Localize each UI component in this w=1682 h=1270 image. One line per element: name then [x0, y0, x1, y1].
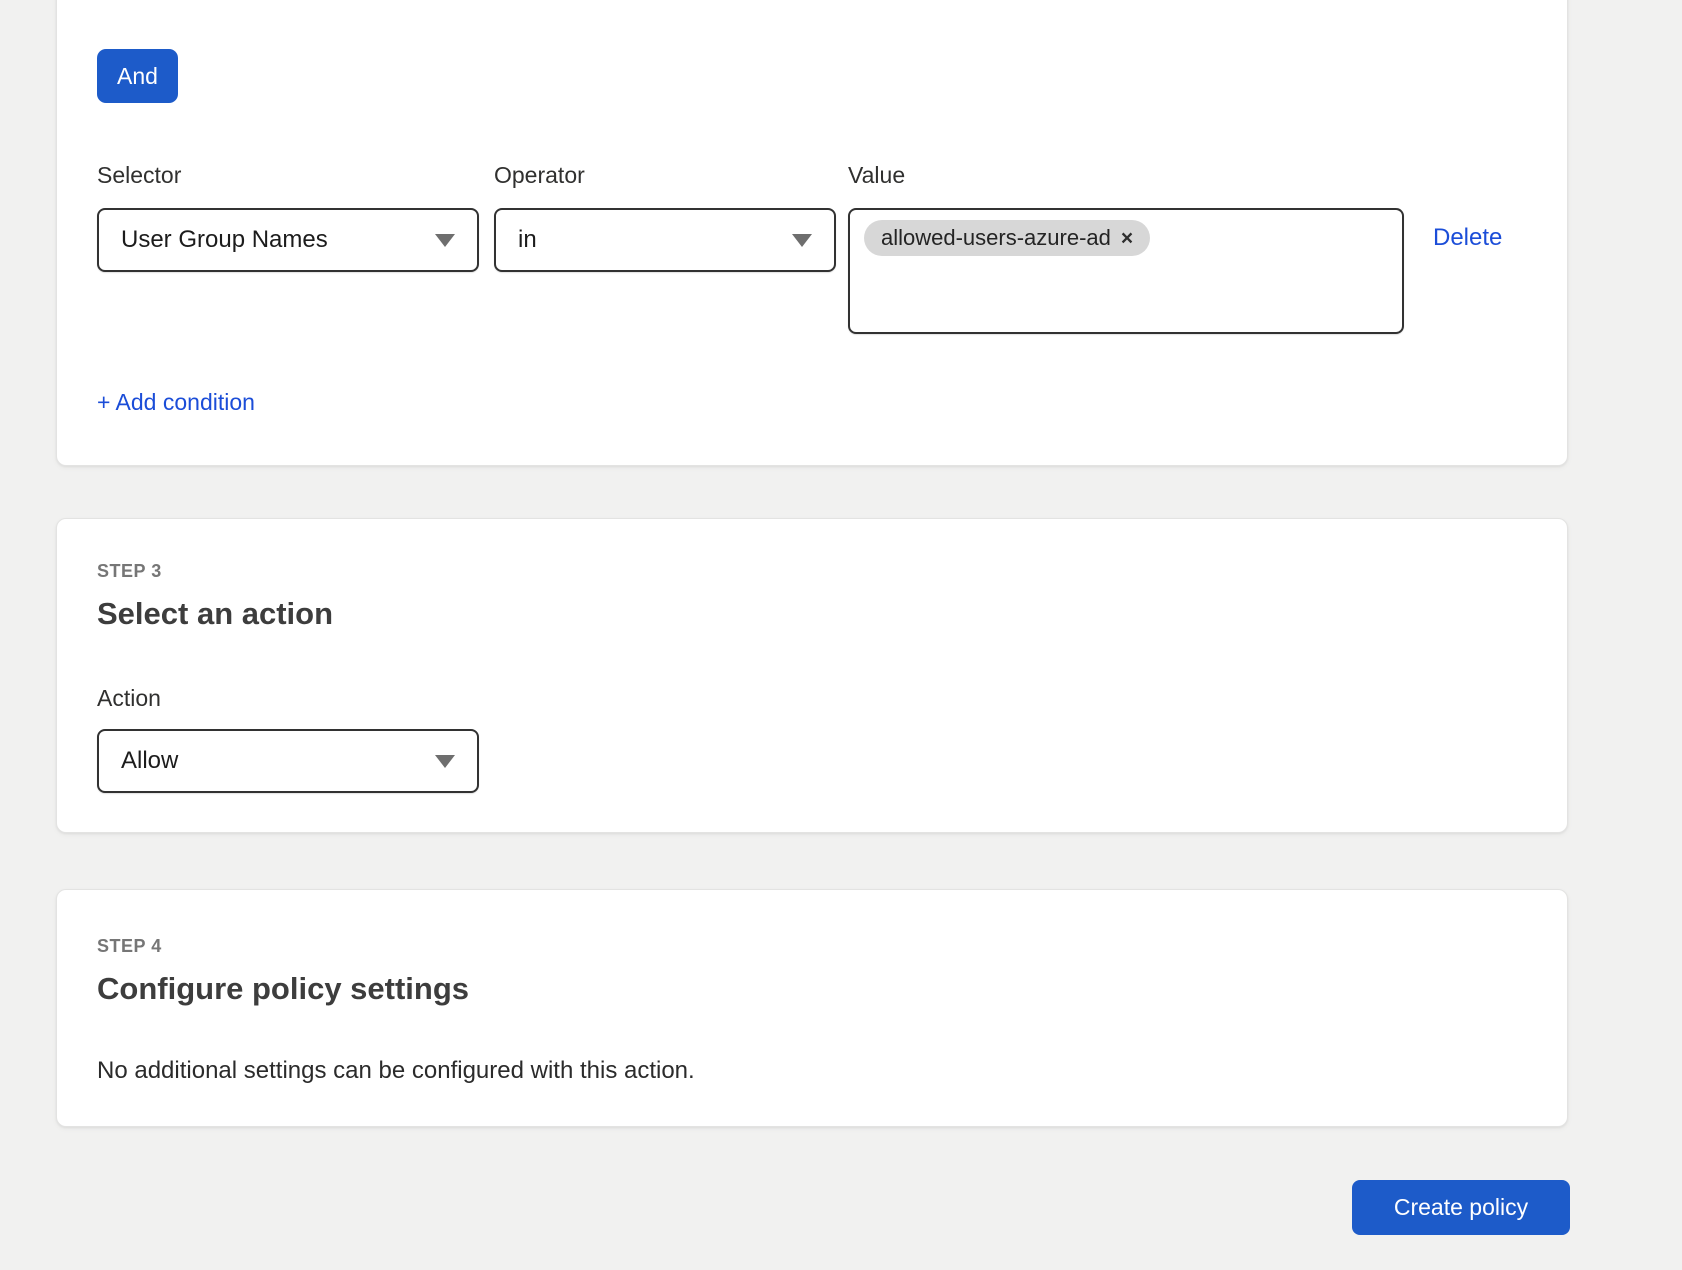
action-dropdown[interactable]: Allow: [97, 729, 479, 793]
step4-title: Configure policy settings: [97, 971, 1527, 1007]
value-multiselect-input[interactable]: allowed-users-azure-ad ×: [848, 208, 1404, 334]
action-dropdown-value: Allow: [121, 747, 178, 775]
action-label: Action: [97, 687, 1527, 710]
and-operator-button[interactable]: And: [97, 49, 178, 103]
chevron-down-icon: [435, 755, 455, 768]
condition-card: And Selector User Group Names Operator i…: [56, 0, 1568, 466]
operator-dropdown[interactable]: in: [494, 208, 836, 272]
chevron-down-icon: [792, 234, 812, 247]
value-tag-text: allowed-users-azure-ad: [881, 225, 1111, 251]
value-tag: allowed-users-azure-ad ×: [864, 220, 1150, 256]
step3-title: Select an action: [97, 596, 1527, 632]
selector-dropdown[interactable]: User Group Names: [97, 208, 479, 272]
step4-label: STEP 4: [97, 936, 1527, 957]
add-condition-link[interactable]: + Add condition: [97, 389, 255, 416]
create-policy-button[interactable]: Create policy: [1352, 1180, 1570, 1235]
chevron-down-icon: [435, 234, 455, 247]
value-field: Value allowed-users-azure-ad ×: [848, 164, 1404, 334]
step3-label: STEP 3: [97, 561, 1527, 582]
step3-card: STEP 3 Select an action Action Allow: [56, 518, 1568, 833]
value-label: Value: [848, 164, 1404, 187]
selector-field: Selector User Group Names: [97, 164, 479, 272]
selector-label: Selector: [97, 164, 479, 187]
policy-builder-page: And Selector User Group Names Operator i…: [0, 0, 1682, 1270]
condition-row: Selector User Group Names Operator in Va…: [97, 164, 1529, 334]
delete-condition-link[interactable]: Delete: [1433, 164, 1502, 252]
step4-card: STEP 4 Configure policy settings No addi…: [56, 889, 1568, 1127]
operator-label: Operator: [494, 164, 836, 187]
selector-dropdown-value: User Group Names: [121, 226, 328, 254]
operator-field: Operator in: [494, 164, 836, 272]
operator-dropdown-value: in: [518, 226, 537, 254]
step4-description: No additional settings can be configured…: [97, 1057, 1527, 1085]
remove-tag-icon[interactable]: ×: [1121, 228, 1133, 249]
